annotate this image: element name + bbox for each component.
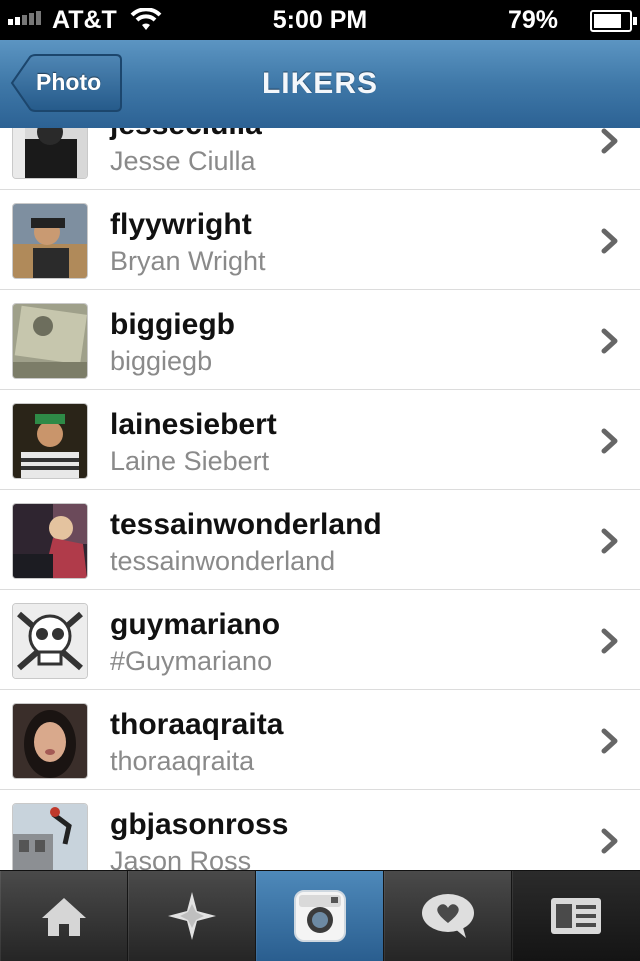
profile-card-icon — [551, 898, 601, 934]
full-name: Jesse Ciulla — [110, 146, 256, 176]
full-name: #Guymariano — [110, 646, 273, 676]
tab-news[interactable] — [384, 871, 512, 961]
avatar — [12, 303, 88, 379]
chevron-right-icon — [601, 528, 618, 554]
avatar — [12, 403, 88, 479]
avatar — [12, 503, 88, 579]
username: thoraaqraita — [110, 708, 284, 741]
chevron-right-icon — [601, 428, 618, 454]
camera-icon — [293, 890, 346, 942]
chevron-right-icon — [601, 228, 618, 254]
chevron-right-icon — [601, 728, 618, 754]
list-item[interactable]: thoraaqraita thoraaqraita — [0, 690, 640, 791]
avatar — [12, 128, 88, 179]
full-name: tessainwonderland — [110, 546, 336, 576]
list-item[interactable]: biggiegb biggiegb — [0, 290, 640, 391]
explore-star-icon — [167, 892, 216, 940]
likers-list[interactable]: jesseciulla Jesse Ciulla flyywright Brya… — [0, 128, 640, 870]
navigation-bar: Photo LIKERS — [0, 40, 640, 129]
list-item[interactable]: lainesiebert Laine Siebert — [0, 390, 640, 491]
chevron-right-icon — [601, 828, 618, 854]
list-item[interactable]: jesseciulla Jesse Ciulla — [0, 128, 640, 191]
username: flyywright — [110, 208, 252, 241]
news-heart-bubble-icon — [421, 894, 474, 938]
username: biggiegb — [110, 308, 235, 341]
avatar — [12, 203, 88, 279]
avatar — [12, 703, 88, 779]
tab-camera[interactable] — [256, 871, 384, 961]
list-item[interactable]: guymariano #Guymariano — [0, 590, 640, 691]
chevron-right-icon — [601, 128, 618, 154]
full-name: Laine Siebert — [110, 446, 270, 476]
list-item[interactable]: tessainwonderland tessainwonderland — [0, 490, 640, 591]
status-bar: AT&T 5:00 PM 79% — [0, 0, 640, 40]
username: gbjasonross — [110, 808, 289, 841]
battery-percent: 79% — [507, 6, 558, 34]
home-icon — [41, 898, 86, 936]
full-name: Jason Ross — [110, 846, 252, 870]
full-name: Bryan Wright — [110, 246, 266, 276]
full-name: biggiegb — [110, 346, 213, 376]
username: tessainwonderland — [110, 508, 382, 541]
chevron-right-icon — [601, 328, 618, 354]
avatar — [12, 603, 88, 679]
tab-bar — [0, 870, 640, 961]
username: guymariano — [110, 608, 281, 641]
full-name: thoraaqraita — [110, 746, 255, 776]
page-title: LIKERS — [261, 67, 378, 100]
battery-icon — [590, 10, 637, 32]
tab-home[interactable] — [0, 871, 128, 961]
chevron-right-icon — [601, 628, 618, 654]
list-item[interactable]: gbjasonross Jason Ross — [0, 790, 640, 870]
username: lainesiebert — [110, 408, 277, 441]
username: jesseciulla — [110, 128, 262, 142]
avatar — [12, 803, 88, 870]
list-item[interactable]: flyywright Bryan Wright — [0, 190, 640, 291]
tab-explore[interactable] — [128, 871, 256, 961]
tab-profile[interactable] — [512, 871, 640, 961]
